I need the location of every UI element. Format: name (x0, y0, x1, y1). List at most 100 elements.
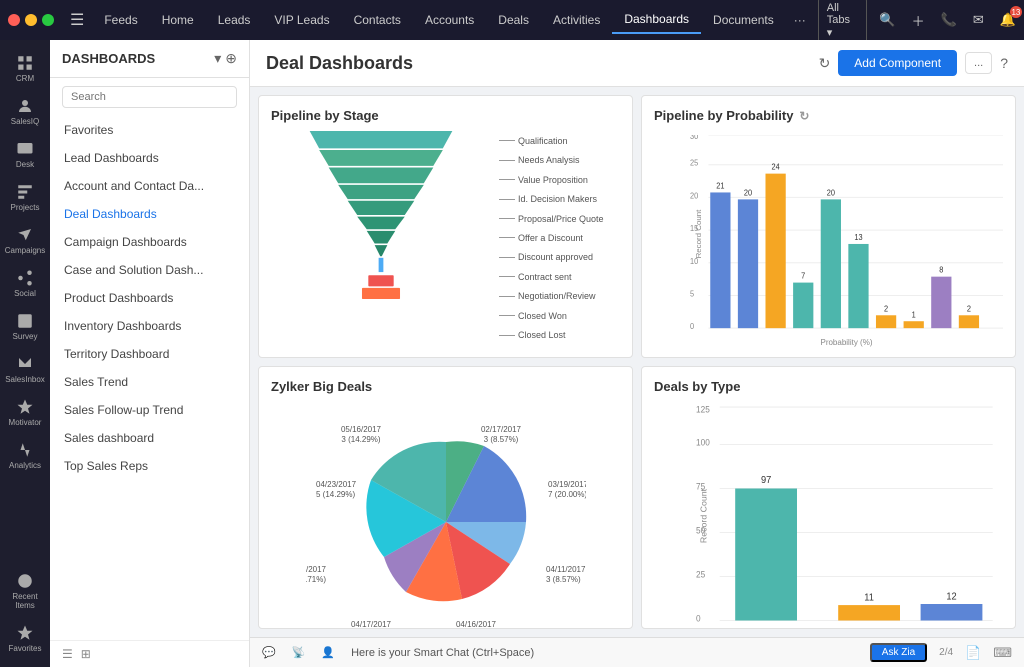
sidebar-item-social[interactable]: Social (0, 263, 50, 304)
nav-item-territory[interactable]: Territory Dashboard (50, 340, 249, 368)
card-title-pipeline-prob: Pipeline by Probability ↻ (654, 108, 1003, 123)
contacts-icon[interactable]: 👤 (321, 646, 335, 659)
tab-feeds[interactable]: Feeds (92, 7, 149, 33)
svg-text:25: 25 (696, 569, 705, 579)
sidebar-item-analytics[interactable]: Analytics (0, 435, 50, 476)
sidebar-item-salesiq[interactable]: SalesIQ (0, 91, 50, 132)
help-icon[interactable]: ? (1000, 55, 1008, 71)
nav-item-followup[interactable]: Sales Follow-up Trend (50, 396, 249, 424)
svg-text:03/19/2017: 03/19/2017 (548, 480, 586, 489)
svg-text:125: 125 (696, 406, 710, 415)
search-input[interactable] (62, 86, 237, 108)
document-icon[interactable]: 📄 (965, 645, 981, 661)
svg-text:1: 1 (912, 310, 916, 319)
tab-documents[interactable]: Documents (701, 7, 786, 33)
nav-more-tabs[interactable]: ··· (786, 9, 814, 31)
sidebar-item-salesinbox[interactable]: SalesInbox (0, 349, 50, 390)
content-area: Deal Dashboards ↻ Add Component ... ? Pi… (250, 40, 1024, 667)
tab-home[interactable]: Home (150, 7, 206, 33)
tab-contacts[interactable]: Contacts (342, 7, 413, 33)
more-options-button[interactable]: ... (965, 52, 992, 74)
nav-item-sales-dash[interactable]: Sales dashboard (50, 424, 249, 452)
add-component-button[interactable]: Add Component (838, 50, 957, 76)
svg-text:04/23/2017: 04/23/2017 (316, 480, 357, 489)
svg-text:21: 21 (716, 181, 724, 190)
search-icon[interactable]: 🔍 (875, 8, 899, 32)
funnel-label-qualification: Qualification (499, 136, 620, 146)
nav-item-inventory[interactable]: Inventory Dashboards (50, 312, 249, 340)
nav-item-product[interactable]: Product Dashboards (50, 284, 249, 312)
nav-sidebar-header: DASHBOARDS ▾ ⊕ (50, 40, 249, 78)
zylker-big-deals-card: Zylker Big Deals (258, 366, 633, 629)
top-navigation: ☰ Feeds Home Leads VIP Leads Contacts Ac… (0, 0, 1024, 40)
svg-text:20: 20 (744, 188, 752, 197)
chat-icon[interactable]: 💬 (262, 646, 276, 659)
svg-text:0: 0 (696, 613, 701, 623)
nav-item-top-reps[interactable]: Top Sales Reps (50, 452, 249, 480)
notifications-icon[interactable]: 🔔 13 (996, 8, 1020, 32)
svg-text:Qualified: Qualified (750, 625, 783, 626)
svg-text:20: 20 (690, 191, 698, 200)
svg-text:7 (20.00%): 7 (20.00%) (548, 490, 586, 499)
hamburger-icon[interactable]: ☰ (66, 6, 88, 34)
sidebar-item-campaigns[interactable]: Campaigns (0, 220, 50, 261)
card-title-pipeline-stage: Pipeline by Stage (271, 108, 620, 123)
mail-icon[interactable]: ✉ (969, 8, 988, 32)
svg-text:04/17/2017: 04/17/2017 (350, 620, 391, 629)
ratio-display: 2/4 (939, 647, 953, 658)
nav-item-account[interactable]: Account and Contact Da... (50, 172, 249, 200)
funnel-label-discount-approved: Discount approved (499, 252, 620, 262)
nav-item-sales-trend[interactable]: Sales Trend (50, 368, 249, 396)
svg-text:97: 97 (761, 475, 771, 486)
grid-view-icon[interactable]: ⊞ (81, 647, 91, 661)
sidebar-item-crm[interactable]: CRM (0, 48, 50, 89)
nav-item-campaign[interactable]: Campaign Dashboards (50, 228, 249, 256)
sidebar-item-desk[interactable]: Desk (0, 134, 50, 175)
close-button[interactable] (8, 14, 20, 26)
sidebar-item-survey[interactable]: Survey (0, 306, 50, 347)
deals-type-chart-svg: 0 25 50 75 100 125 (694, 406, 1003, 626)
funnel-label-proposal: Proposal/Price Quote (499, 214, 620, 224)
ask-zia-button[interactable]: Ask Zia (870, 643, 927, 662)
svg-text:3 (8.57%): 3 (8.57%) (483, 435, 518, 444)
svg-text:3 (8.57%): 3 (8.57%) (546, 575, 581, 584)
nav-tabs: Feeds Home Leads VIP Leads Contacts Acco… (92, 6, 813, 34)
nav-item-deal[interactable]: Deal Dashboards (50, 200, 249, 228)
funnel-label-contract: Contract sent (499, 272, 620, 282)
add-icon[interactable]: ＋ (908, 7, 929, 34)
nav-sidebar: DASHBOARDS ▾ ⊕ Favorites Lead Dashboards… (50, 40, 250, 667)
sidebar-item-motivator[interactable]: Motivator (0, 392, 50, 433)
nav-item-lead[interactable]: Lead Dashboards (50, 144, 249, 172)
tab-activities[interactable]: Activities (541, 7, 612, 33)
svg-text:8: 8 (939, 265, 943, 274)
maximize-button[interactable] (42, 14, 54, 26)
refresh-icon[interactable]: ↻ (819, 55, 831, 72)
channel-icon[interactable]: 📡 (292, 646, 306, 659)
tab-dashboards[interactable]: Dashboards (612, 6, 701, 34)
nav-item-case[interactable]: Case and Solution Dash... (50, 256, 249, 284)
tab-deals[interactable]: Deals (486, 7, 541, 33)
sidebar-item-recent[interactable]: Recent Items (0, 566, 50, 616)
prob-refresh-icon[interactable]: ↻ (799, 109, 809, 123)
svg-text:2: 2 (884, 304, 888, 313)
smart-chat-text: Here is your Smart Chat (Ctrl+Space) (351, 647, 854, 659)
minimize-button[interactable] (25, 14, 37, 26)
svg-text:Existing Business: Existing Business (837, 625, 902, 626)
content-header: Deal Dashboards ↻ Add Component ... ? (250, 40, 1024, 87)
deals-by-type-card: Deals by Type 0 25 50 75 100 125 (641, 366, 1016, 629)
list-view-icon[interactable]: ☰ (62, 647, 73, 661)
tab-accounts[interactable]: Accounts (413, 7, 486, 33)
sidebar-item-favorites[interactable]: Favorites (0, 618, 50, 659)
sidebar-item-projects[interactable]: Projects (0, 177, 50, 218)
svg-text:13: 13 (854, 233, 862, 242)
all-tabs-button[interactable]: All Tabs ▾ (818, 0, 868, 43)
keyboard-icon[interactable]: ⌨ (993, 645, 1012, 661)
phone-icon[interactable]: 📞 (937, 8, 961, 32)
bottom-right-actions: Ask Zia 2/4 📄 ⌨ (870, 643, 1012, 662)
nav-dropdown-icon[interactable]: ▾ (214, 50, 221, 67)
nav-add-icon[interactable]: ⊕ (225, 50, 237, 67)
tab-leads[interactable]: Leads (206, 7, 263, 33)
tab-vip-leads[interactable]: VIP Leads (262, 7, 341, 33)
svg-text:04/11/2017: 04/11/2017 (546, 565, 586, 574)
nav-item-favorites[interactable]: Favorites (50, 116, 249, 144)
